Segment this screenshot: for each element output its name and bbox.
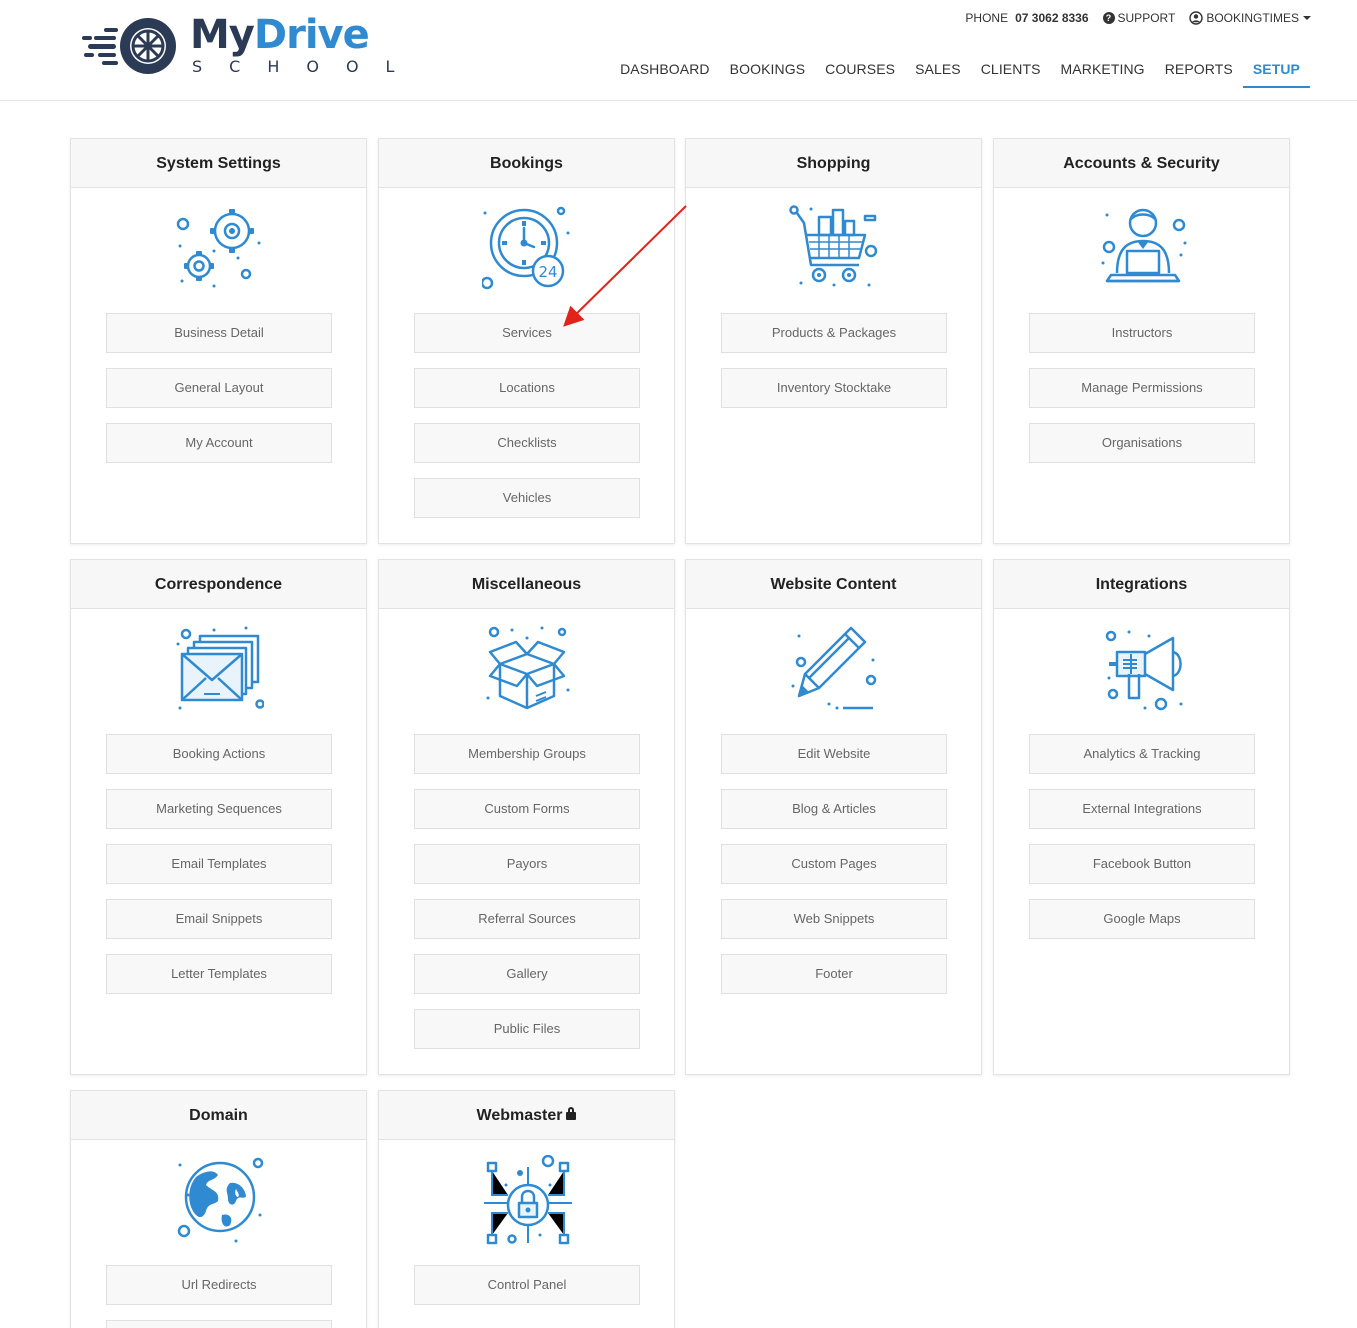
- gears-icon: [176, 209, 261, 288]
- nav-clients[interactable]: CLIENTS: [971, 57, 1051, 88]
- products-packages-button[interactable]: Products & Packages: [721, 313, 947, 353]
- user-laptop-icon: [1101, 208, 1187, 283]
- clock-24-icon: 24: [482, 206, 570, 290]
- support-link[interactable]: ? SUPPORT: [1102, 11, 1176, 25]
- logo-school-text: SCHOOL: [192, 57, 422, 76]
- open-box-icon: [486, 626, 570, 710]
- mydrive-school-logo[interactable]: MyDrive SCHOOL: [80, 12, 394, 82]
- wheel-logo-icon: [82, 18, 176, 74]
- membership-groups-button[interactable]: Membership Groups: [414, 734, 640, 774]
- card-webmaster: Webmaster Control Panel: [378, 1090, 675, 1328]
- top-utility-bar: PHONE 07 3062 8336 ? SUPPORT BOOKINGTIME…: [965, 11, 1311, 25]
- general-layout-button[interactable]: General Layout: [106, 368, 332, 408]
- nav-marketing[interactable]: MARKETING: [1051, 57, 1155, 88]
- phone-info: PHONE 07 3062 8336: [965, 11, 1088, 25]
- account-label: BOOKINGTIMES: [1206, 11, 1299, 25]
- email-templates-button[interactable]: Email Templates: [106, 844, 332, 884]
- business-detail-button[interactable]: Business Detail: [106, 313, 332, 353]
- card-title: System Settings: [71, 139, 366, 188]
- card-domain: Domain Url Redirects: [70, 1090, 367, 1328]
- card-title: Webmaster: [476, 1107, 563, 1124]
- card-website-content: Website Content Edit Website Blog & Arti…: [685, 559, 982, 1075]
- card-title: Accounts & Security: [994, 139, 1289, 188]
- facebook-button-button[interactable]: Facebook Button: [1029, 844, 1255, 884]
- control-panel-button[interactable]: Control Panel: [414, 1265, 640, 1305]
- analytics-tracking-button[interactable]: Analytics & Tracking: [1029, 734, 1255, 774]
- logo-my-text: My: [190, 12, 255, 58]
- svg-text:24: 24: [538, 263, 557, 281]
- lock-icon: [566, 1107, 577, 1120]
- blog-articles-button[interactable]: Blog & Articles: [721, 789, 947, 829]
- gallery-button[interactable]: Gallery: [414, 954, 640, 994]
- public-files-button[interactable]: Public Files: [414, 1009, 640, 1049]
- card-system-settings: System Settings Business Detail General …: [70, 138, 367, 544]
- organisations-button[interactable]: Organisations: [1029, 423, 1255, 463]
- google-maps-button[interactable]: Google Maps: [1029, 899, 1255, 939]
- booking-actions-button[interactable]: Booking Actions: [106, 734, 332, 774]
- email-snippets-button[interactable]: Email Snippets: [106, 899, 332, 939]
- partial-button[interactable]: [106, 1320, 332, 1328]
- card-correspondence: Correspondence Booking Actions Marketing…: [70, 559, 367, 1075]
- card-title: Integrations: [994, 560, 1289, 609]
- main-nav: DASHBOARD BOOKINGS COURSES SALES CLIENTS…: [610, 57, 1310, 88]
- footer-button[interactable]: Footer: [721, 954, 947, 994]
- nav-dashboard[interactable]: DASHBOARD: [610, 57, 720, 88]
- referral-sources-button[interactable]: Referral Sources: [414, 899, 640, 939]
- payors-button[interactable]: Payors: [414, 844, 640, 884]
- locations-button[interactable]: Locations: [414, 368, 640, 408]
- nav-bookings[interactable]: BOOKINGS: [720, 57, 815, 88]
- card-accounts-security: Accounts & Security Instructors Manage P…: [993, 138, 1290, 544]
- web-snippets-button[interactable]: Web Snippets: [721, 899, 947, 939]
- pencil-icon: [791, 626, 877, 710]
- edit-website-button[interactable]: Edit Website: [721, 734, 947, 774]
- megaphone-icon: [1105, 630, 1183, 711]
- checklists-button[interactable]: Checklists: [414, 423, 640, 463]
- chevron-down-icon: [1303, 16, 1311, 20]
- envelopes-icon: [176, 626, 264, 710]
- card-title: Website Content: [686, 560, 981, 609]
- user-circle-icon: [1189, 11, 1204, 25]
- shopping-cart-icon: [789, 205, 878, 287]
- inventory-stocktake-button[interactable]: Inventory Stocktake: [721, 368, 947, 408]
- url-redirects-button[interactable]: Url Redirects: [106, 1265, 332, 1305]
- lock-circuit-icon: [484, 1155, 572, 1245]
- services-button[interactable]: Services: [414, 313, 640, 353]
- logo-wordmark: MyDrive: [190, 12, 370, 58]
- logo-drive-text: Drive: [253, 12, 370, 58]
- instructors-button[interactable]: Instructors: [1029, 313, 1255, 353]
- custom-forms-button[interactable]: Custom Forms: [414, 789, 640, 829]
- card-title: Domain: [71, 1091, 366, 1140]
- card-title-row: Webmaster: [379, 1091, 674, 1140]
- card-integrations: Integrations Analytics & Tracking Extern…: [993, 559, 1290, 1075]
- vehicles-button[interactable]: Vehicles: [414, 478, 640, 518]
- card-title: Shopping: [686, 139, 981, 188]
- nav-setup[interactable]: SETUP: [1242, 57, 1310, 88]
- question-circle-icon: ?: [1102, 12, 1115, 24]
- manage-permissions-button[interactable]: Manage Permissions: [1029, 368, 1255, 408]
- card-title: Miscellaneous: [379, 560, 674, 609]
- nav-sales[interactable]: SALES: [905, 57, 971, 88]
- external-integrations-button[interactable]: External Integrations: [1029, 789, 1255, 829]
- card-miscellaneous: Miscellaneous Membership Groups Custom F…: [378, 559, 675, 1075]
- globe-icon: [177, 1157, 264, 1243]
- card-shopping: Shopping Products & Packages Inventory S…: [685, 138, 982, 544]
- phone-label: PHONE: [965, 11, 1009, 25]
- card-title: Bookings: [379, 139, 674, 188]
- card-title: Correspondence: [71, 560, 366, 609]
- my-account-button[interactable]: My Account: [106, 423, 332, 463]
- marketing-sequences-button[interactable]: Marketing Sequences: [106, 789, 332, 829]
- card-bookings: Bookings 24 Services Locations Checklist…: [378, 138, 675, 544]
- letter-templates-button[interactable]: Letter Templates: [106, 954, 332, 994]
- account-dropdown[interactable]: BOOKINGTIMES: [1189, 11, 1311, 25]
- nav-courses[interactable]: COURSES: [815, 57, 905, 88]
- support-label: SUPPORT: [1117, 11, 1176, 25]
- site-header: MyDrive SCHOOL PHONE 07 3062 8336 ? SUPP…: [0, 0, 1357, 101]
- nav-reports[interactable]: REPORTS: [1155, 57, 1243, 88]
- custom-pages-button[interactable]: Custom Pages: [721, 844, 947, 884]
- phone-number[interactable]: 07 3062 8336: [1015, 11, 1088, 25]
